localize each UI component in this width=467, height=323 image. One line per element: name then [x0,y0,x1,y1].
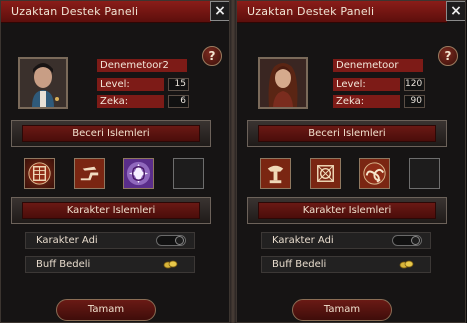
support-panel-left: Uzaktan Destek Paneli × ? Denemetoor2 Le… [0,0,230,323]
help-icon[interactable]: ? [202,46,222,66]
level-label: Level: [97,78,164,91]
zeka-label: Zeka: [97,95,164,108]
character-section-bar: Karakter Islemleri [11,197,211,224]
skill-slot-empty[interactable] [409,158,440,189]
buff-cost-option[interactable]: Buff Bedeli [261,256,431,273]
character-section-title: Karakter Islemleri [22,202,200,219]
skill-slot-1[interactable] [24,158,55,189]
skill-slot-1[interactable] [260,158,291,189]
male-portrait-icon [20,59,66,107]
zeka-value: 90 [404,95,425,108]
buff-cost-option-label: Buff Bedeli [272,259,327,270]
help-icon[interactable]: ? [438,46,458,66]
toggle-knob-icon [411,236,420,245]
character-name-option[interactable]: Karakter Adi [261,232,431,249]
hand-skill-icon [75,159,104,188]
aura-skill-icon [124,159,153,188]
rune-skill-icon [311,159,340,188]
close-icon[interactable]: × [446,1,465,21]
skills-section-bar: Beceri Islemleri [247,120,447,147]
skills-section-bar: Beceri Islemleri [11,120,211,147]
panel-title: Uzaktan Destek Paneli [11,5,139,18]
character-portrait [258,57,308,109]
level-value: 120 [404,78,425,91]
zeka-value: 6 [168,95,189,108]
character-name-option-label: Karakter Adi [272,235,334,246]
skill-slot-3[interactable] [359,158,390,189]
gold-coin-icon [163,260,178,269]
skill-slot-2[interactable] [310,158,341,189]
title-bar[interactable]: Uzaktan Destek Paneli [1,1,211,23]
skill-slot-empty[interactable] [173,158,204,189]
fountain-skill-icon [261,159,290,188]
character-name: Denemetoor2 [97,59,187,72]
character-name-option[interactable]: Karakter Adi [25,232,195,249]
character-name-toggle[interactable] [392,235,422,246]
skill-slot-2[interactable] [74,158,105,189]
support-panel-right: Uzaktan Destek Paneli × ? Denemetoor Lev… [236,0,466,323]
toggle-knob-icon [175,236,184,245]
gold-coin-icon [399,260,414,269]
zeka-label: Zeka: [333,95,400,108]
spiral-skill-icon [360,159,389,188]
close-icon[interactable]: × [210,1,229,21]
character-section-title: Karakter Islemleri [258,202,436,219]
buff-cost-option-label: Buff Bedeli [36,259,91,270]
ok-button[interactable]: Tamam [292,299,392,321]
level-label: Level: [333,78,400,91]
character-portrait [18,57,68,109]
character-name-option-label: Karakter Adi [36,235,98,246]
character-name: Denemetoor [333,59,423,72]
skills-section-title: Beceri Islemleri [22,125,200,142]
panel-title: Uzaktan Destek Paneli [247,5,375,18]
skills-section-title: Beceri Islemleri [258,125,436,142]
buff-cost-option[interactable]: Buff Bedeli [25,256,195,273]
skill-slot-3[interactable] [123,158,154,189]
title-bar[interactable]: Uzaktan Destek Paneli [237,1,447,23]
character-section-bar: Karakter Islemleri [247,197,447,224]
ok-button[interactable]: Tamam [56,299,156,321]
character-name-toggle[interactable] [156,235,186,246]
shield-skill-icon [28,162,51,185]
female-portrait-icon [260,59,306,107]
level-value: 15 [168,78,189,91]
